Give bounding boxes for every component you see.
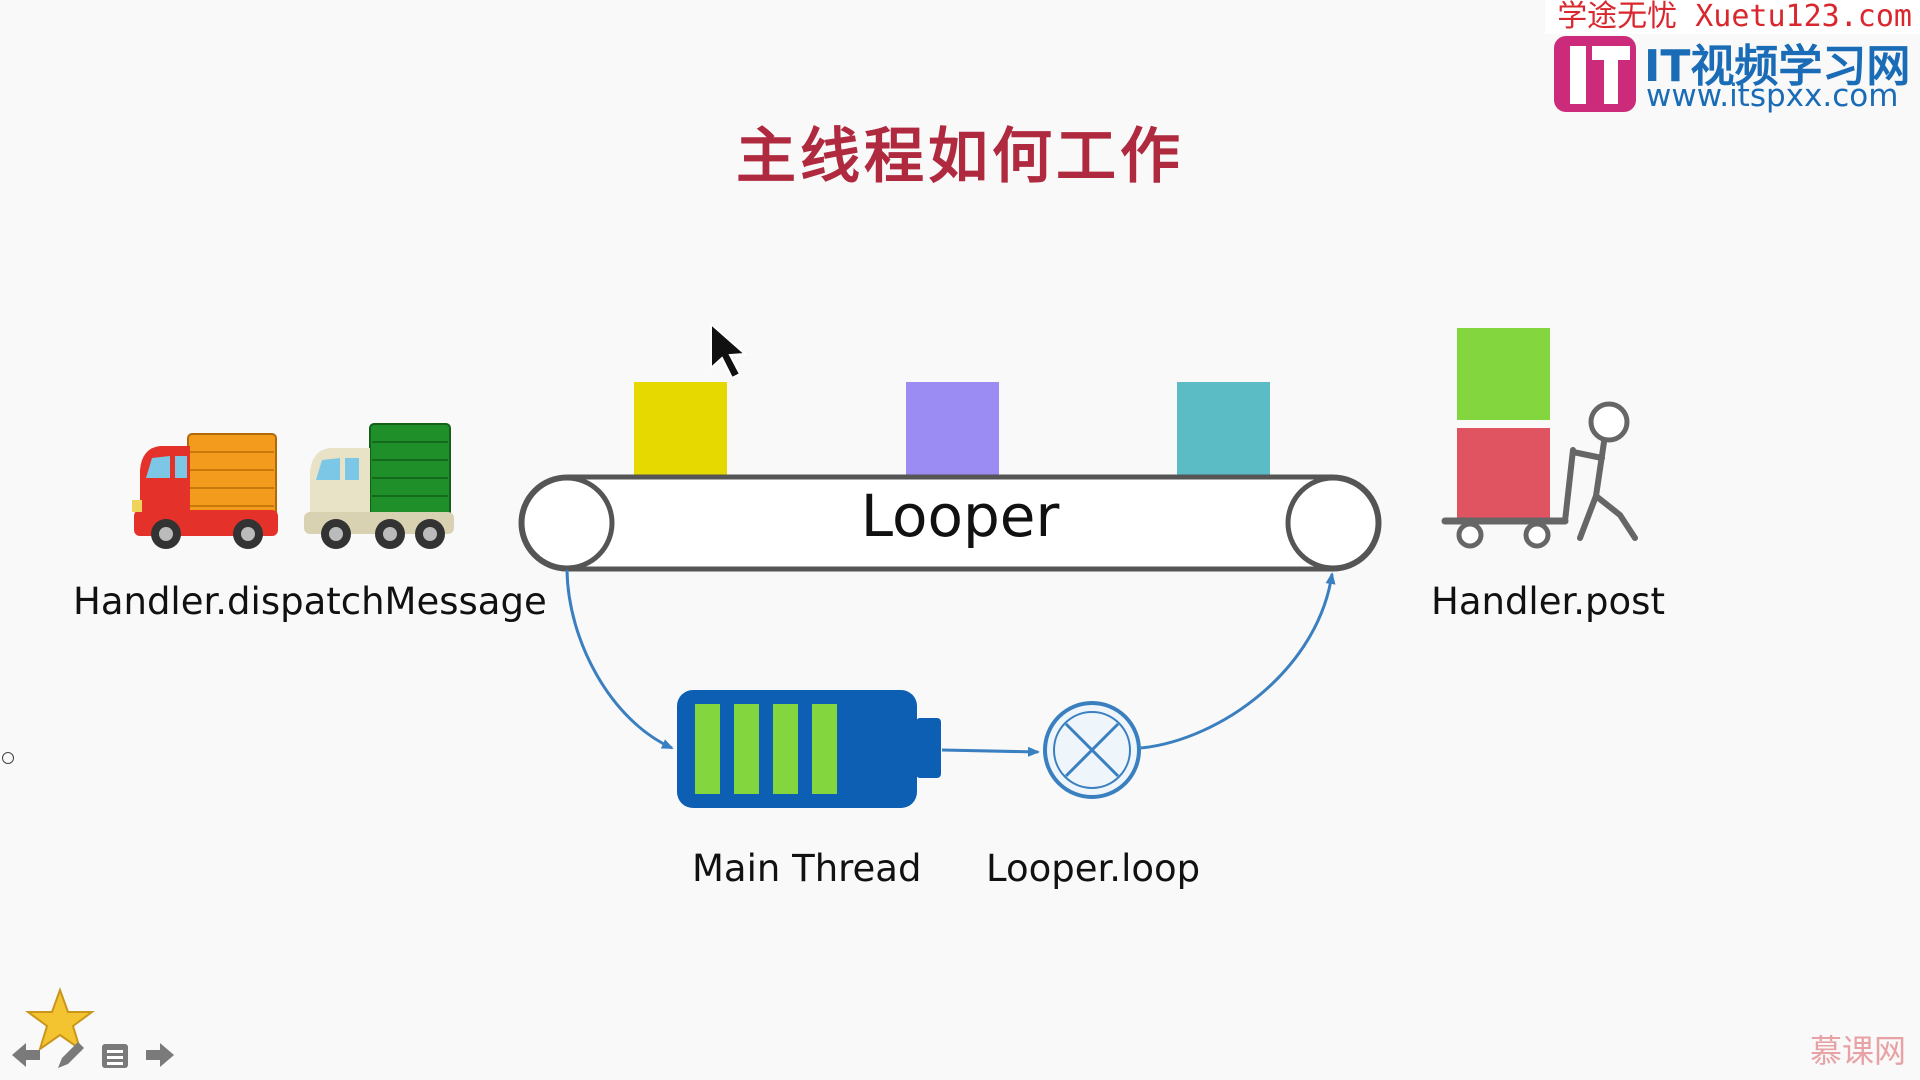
it-logo-icon — [1554, 36, 1636, 112]
pen-icon[interactable] — [54, 1038, 86, 1072]
message-block-yellow — [634, 382, 727, 475]
imooc-watermark: 慕课网 — [1809, 1032, 1906, 1070]
looper-loop-caption: Looper.loop — [986, 847, 1201, 890]
arrow-to-main-thread — [565, 569, 674, 750]
message-block-purple — [906, 382, 999, 475]
arrow-right-icon[interactable] — [144, 1040, 176, 1070]
main-thread-caption: Main Thread — [692, 847, 922, 890]
arrow-loop-to-looper — [1140, 572, 1336, 750]
delivery-truck-icon — [304, 423, 454, 549]
xuetu-watermark: 学途无忧 Xuetu123.com — [1545, 0, 1920, 34]
menu-icon[interactable] — [100, 1042, 130, 1070]
conveyor-roller-right — [1285, 475, 1381, 571]
message-block-teal — [1177, 382, 1270, 475]
arrow-cursor-icon — [710, 321, 748, 380]
handler-post-caption: Handler.post — [1431, 580, 1665, 623]
battery-icon — [677, 690, 941, 808]
arrow-left-icon[interactable] — [10, 1040, 42, 1070]
conveyor-roller-left — [519, 475, 615, 571]
delivery-truck-icon — [132, 433, 278, 549]
circled-x-icon — [1043, 701, 1141, 799]
stack-block-red — [1457, 428, 1550, 520]
presentation-slide: 主线程如何工作 Looper Handler.dispatchMessage H… — [0, 0, 1920, 1080]
side-handle[interactable] — [2, 752, 14, 764]
handler-dispatch-caption: Handler.dispatchMessage — [73, 580, 547, 623]
stack-block-green — [1457, 328, 1550, 420]
arrow-thread-to-loop — [941, 746, 1040, 757]
it-site-url: www.itspxx.com — [1646, 78, 1899, 114]
looper-label: Looper — [860, 482, 1060, 550]
